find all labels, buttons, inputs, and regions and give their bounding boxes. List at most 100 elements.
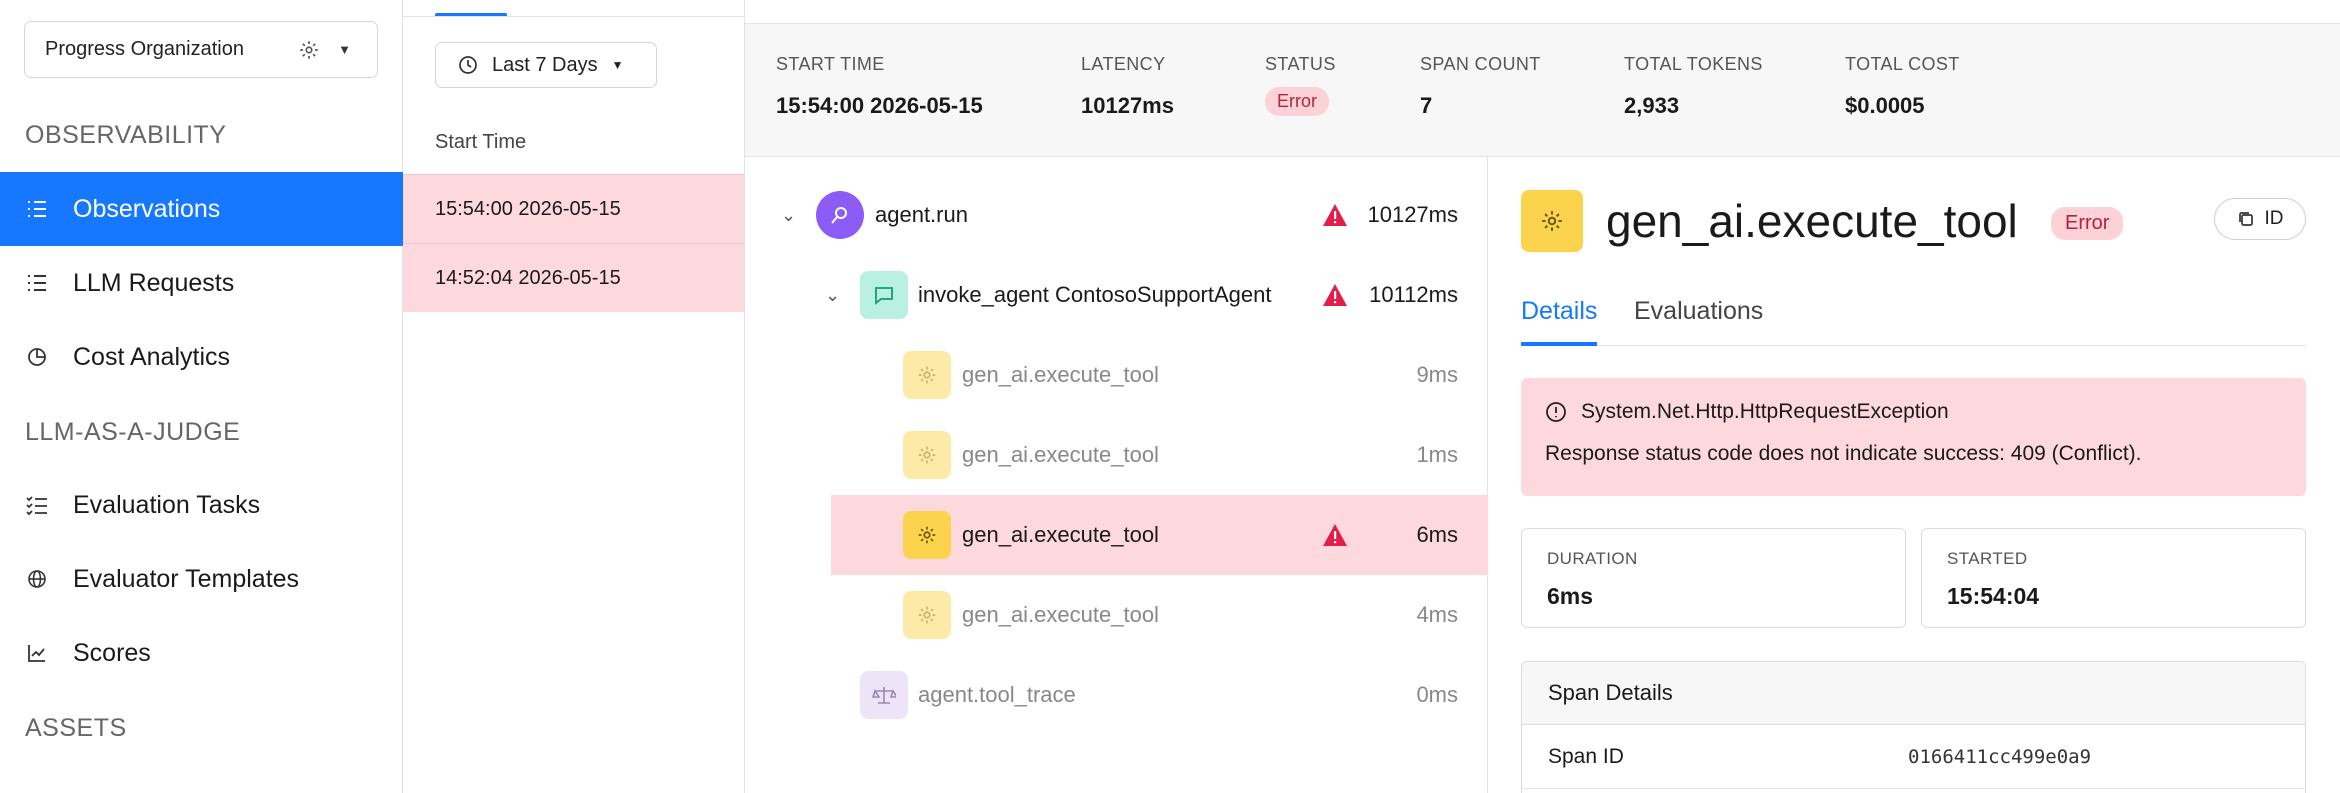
stat-label: SPAN COUNT	[1420, 54, 1541, 74]
stat-value: $0.0005	[1845, 93, 1925, 118]
span-duration: 10127ms	[1367, 202, 1458, 227]
nav-label: Observations	[73, 194, 221, 223]
globe-icon	[25, 567, 49, 591]
section-observability: OBSERVABILITY	[25, 121, 227, 149]
span-name: gen_ai.execute_tool	[962, 442, 1159, 467]
span-duration: 1ms	[1416, 442, 1458, 467]
warning-icon	[1323, 284, 1347, 306]
nav-label: Scores	[73, 638, 151, 667]
span-name: agent.tool_trace	[918, 682, 1076, 707]
trace-detail-panel: START TIME 15:54:00 2026-05-15 LATENCY 1…	[744, 0, 2340, 793]
stat-total-cost: TOTAL COST $0.0005	[1845, 54, 1960, 119]
date-range-label: Last 7 Days	[492, 53, 598, 76]
stat-label: STATUS	[1265, 54, 1336, 74]
line-chart-icon	[25, 641, 49, 665]
stat-label: LATENCY	[1081, 54, 1166, 74]
tree-node-invoke-agent[interactable]: ⌄ invoke_agent ContosoSupportAgent 10112…	[745, 255, 1488, 335]
nav-label: Evaluation Tasks	[73, 490, 261, 519]
clock-icon	[459, 56, 477, 74]
gear-icon	[903, 511, 951, 559]
gear-icon	[903, 591, 951, 639]
status-badge: Error	[1265, 87, 1329, 116]
stat-value: 2,933	[1624, 93, 1680, 118]
agent-icon	[816, 191, 864, 239]
span-name: gen_ai.execute_tool	[962, 522, 1159, 547]
tree-node-agent-run[interactable]: ⌄ agent.run 10127ms	[745, 175, 1488, 255]
chat-icon	[860, 271, 908, 319]
nav-label: LLM Requests	[73, 268, 235, 297]
divider	[403, 16, 744, 17]
stat-total-tokens: TOTAL TOKENS 2,933	[1624, 54, 1763, 119]
chevron-down-icon[interactable]: ⌄	[825, 285, 840, 306]
nav-item-llm-requests[interactable]: LLM Requests	[0, 246, 403, 320]
span-id-label: Span ID	[1548, 744, 1624, 768]
nav-item-cost-analytics[interactable]: Cost Analytics	[0, 320, 403, 394]
span-duration: 0ms	[1416, 682, 1458, 707]
tab-evaluations[interactable]: Evaluations	[1634, 297, 1763, 326]
row-start-time: 14:52:04 2026-05-15	[435, 266, 621, 289]
span-details-section: Span Details Span ID 0166411cc499e0a9	[1521, 661, 2306, 793]
span-name: agent.run	[875, 202, 968, 227]
tab-details[interactable]: Details	[1521, 297, 1597, 326]
app-root: Progress Organization ▼ OBSERVABILITY Ob…	[0, 0, 2340, 793]
trace-summary: START TIME 15:54:00 2026-05-15 LATENCY 1…	[745, 24, 2340, 157]
status-badge: Error	[2051, 207, 2124, 240]
tree-node-execute-tool[interactable]: gen_ai.execute_tool 1ms	[745, 415, 1488, 495]
span-name: invoke_agent ContosoSupportAgent	[918, 282, 1272, 307]
copy-icon	[2238, 212, 2253, 226]
list-icon	[25, 271, 49, 295]
gear-icon	[903, 431, 951, 479]
stat-start-time: START TIME 15:54:00 2026-05-15	[776, 54, 983, 119]
stat-value: 7	[1420, 93, 1433, 118]
stat-latency: LATENCY 10127ms	[1081, 54, 1174, 119]
span-id-value[interactable]: 0166411cc499e0a9	[1908, 746, 2091, 768]
row-start-time: 15:54:00 2026-05-15	[435, 197, 621, 220]
stat-label: TOTAL TOKENS	[1624, 54, 1763, 74]
copy-id-label: ID	[2264, 208, 2284, 229]
stat-label: TOTAL COST	[1845, 54, 1960, 74]
warning-icon	[1323, 524, 1347, 546]
span-duration: 9ms	[1416, 362, 1458, 387]
table-row[interactable]: 15:54:00 2026-05-15	[403, 174, 744, 243]
nav-item-evaluation-tasks[interactable]: Evaluation Tasks	[0, 468, 403, 542]
trace-list: Last 7 Days ▼ Start Time 15:54:00 2026-0…	[403, 0, 744, 793]
nav-item-evaluator-templates[interactable]: Evaluator Templates	[0, 542, 403, 616]
nav-item-scores[interactable]: Scores	[0, 616, 403, 690]
table-row[interactable]: 14:52:04 2026-05-15	[403, 243, 744, 312]
list-icon	[25, 197, 49, 221]
stat-value: 10127ms	[1081, 93, 1174, 118]
section-llm-as-a-judge: LLM-AS-A-JUDGE	[25, 418, 241, 446]
span-duration: 10112ms	[1369, 282, 1458, 307]
card-value: 6ms	[1547, 583, 1594, 609]
section-assets: ASSETS	[25, 714, 127, 742]
stat-value: 15:54:00 2026-05-15	[776, 93, 983, 118]
gear-icon	[1521, 190, 1583, 252]
chevron-down-icon[interactable]: ⌄	[781, 205, 796, 226]
nav-label: Cost Analytics	[73, 342, 231, 371]
tree-node-execute-tool-selected[interactable]: gen_ai.execute_tool 6ms	[831, 495, 1488, 575]
nav-label: Evaluator Templates	[73, 564, 300, 593]
tree-node-execute-tool[interactable]: gen_ai.execute_tool 9ms	[745, 335, 1488, 415]
copy-id-button[interactable]: ID	[2214, 198, 2306, 240]
tree-node-tool-trace[interactable]: agent.tool_trace 0ms	[745, 655, 1488, 735]
nav-item-observations[interactable]: Observations	[0, 172, 403, 246]
span-tree: ⌄ agent.run 10127ms ⌄ invoke_agent Conto…	[745, 157, 1488, 793]
scale-icon	[860, 671, 908, 719]
checklist-icon	[25, 493, 49, 517]
date-range-picker[interactable]: Last 7 Days ▼	[435, 42, 657, 88]
card-label: STARTED	[1947, 549, 2028, 568]
pie-chart-icon	[25, 345, 49, 369]
column-header-start-time[interactable]: Start Time	[435, 131, 526, 154]
chevron-down-icon[interactable]: ▼	[338, 42, 351, 57]
span-details-title: Span Details	[1522, 662, 2305, 725]
duration-card: DURATION 6ms	[1521, 528, 1906, 628]
warning-icon	[1323, 204, 1347, 226]
gear-icon[interactable]	[298, 39, 320, 61]
chevron-down-icon: ▼	[611, 58, 624, 72]
organization-selector[interactable]: Progress Organization ▼	[24, 21, 378, 78]
span-id-row: Span ID 0166411cc499e0a9	[1522, 725, 2305, 789]
stat-status: STATUS Error	[1265, 54, 1336, 116]
tree-node-execute-tool[interactable]: gen_ai.execute_tool 4ms	[745, 575, 1488, 655]
error-title: System.Net.Http.HttpRequestException	[1581, 400, 1949, 423]
span-duration: 4ms	[1416, 602, 1458, 627]
